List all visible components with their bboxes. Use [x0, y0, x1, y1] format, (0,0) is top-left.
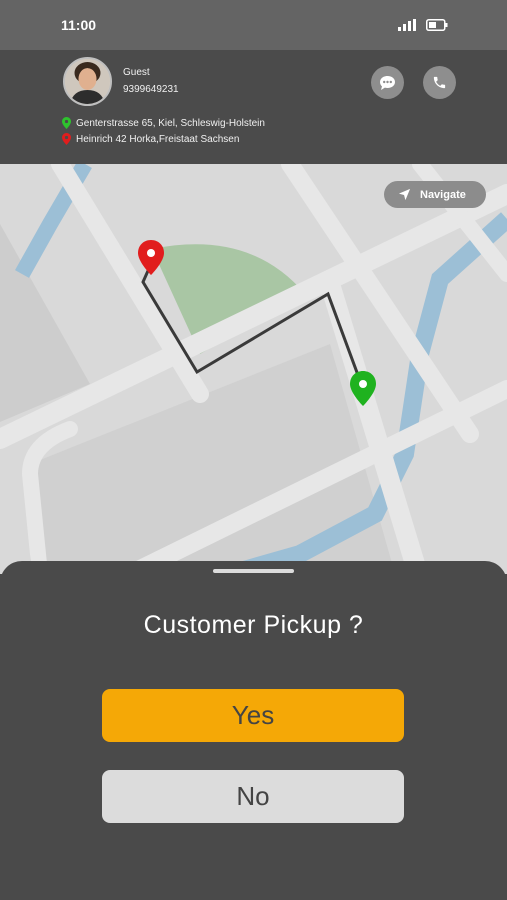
drop-address: Heinrich 42 Horka,Freistaat Sachsen	[76, 133, 240, 145]
phone-icon	[433, 76, 446, 89]
chat-button[interactable]	[371, 66, 404, 99]
cellular-signal-icon	[398, 19, 416, 31]
customer-name: Guest	[123, 67, 150, 78]
pickup-address: Genterstrasse 65, Kiel, Schleswig-Holste…	[76, 117, 265, 129]
yes-button[interactable]: Yes	[102, 689, 404, 742]
navigate-button[interactable]: Navigate	[384, 181, 486, 208]
pickup-bottom-sheet: Customer Pickup ? Yes No	[0, 561, 507, 900]
route-map[interactable]	[0, 164, 507, 574]
customer-phone: 9399649231	[123, 84, 179, 95]
status-time: 11:00	[61, 17, 97, 33]
chat-bubble-icon	[380, 75, 395, 90]
customer-header: Guest 9399649231 Genterstrasse 65, Kiel,…	[0, 50, 507, 164]
no-button[interactable]: No	[102, 770, 404, 823]
drop-pin-icon	[62, 133, 71, 145]
sheet-title: Customer Pickup ?	[143, 611, 364, 639]
drop-address-row: Heinrich 42 Horka,Freistaat Sachsen	[62, 133, 239, 145]
navigation-arrow-icon	[398, 188, 411, 201]
navigate-label: Navigate	[420, 188, 466, 201]
map-canvas[interactable]	[0, 164, 507, 574]
avatar-image	[65, 59, 110, 104]
status-bar: 11:00	[0, 0, 507, 50]
pickup-address-row: Genterstrasse 65, Kiel, Schleswig-Holste…	[62, 117, 265, 129]
avatar	[63, 57, 112, 106]
sheet-drag-handle[interactable]	[213, 569, 294, 573]
call-button[interactable]	[423, 66, 456, 99]
battery-icon	[426, 19, 448, 31]
pickup-pin-icon	[62, 117, 71, 129]
